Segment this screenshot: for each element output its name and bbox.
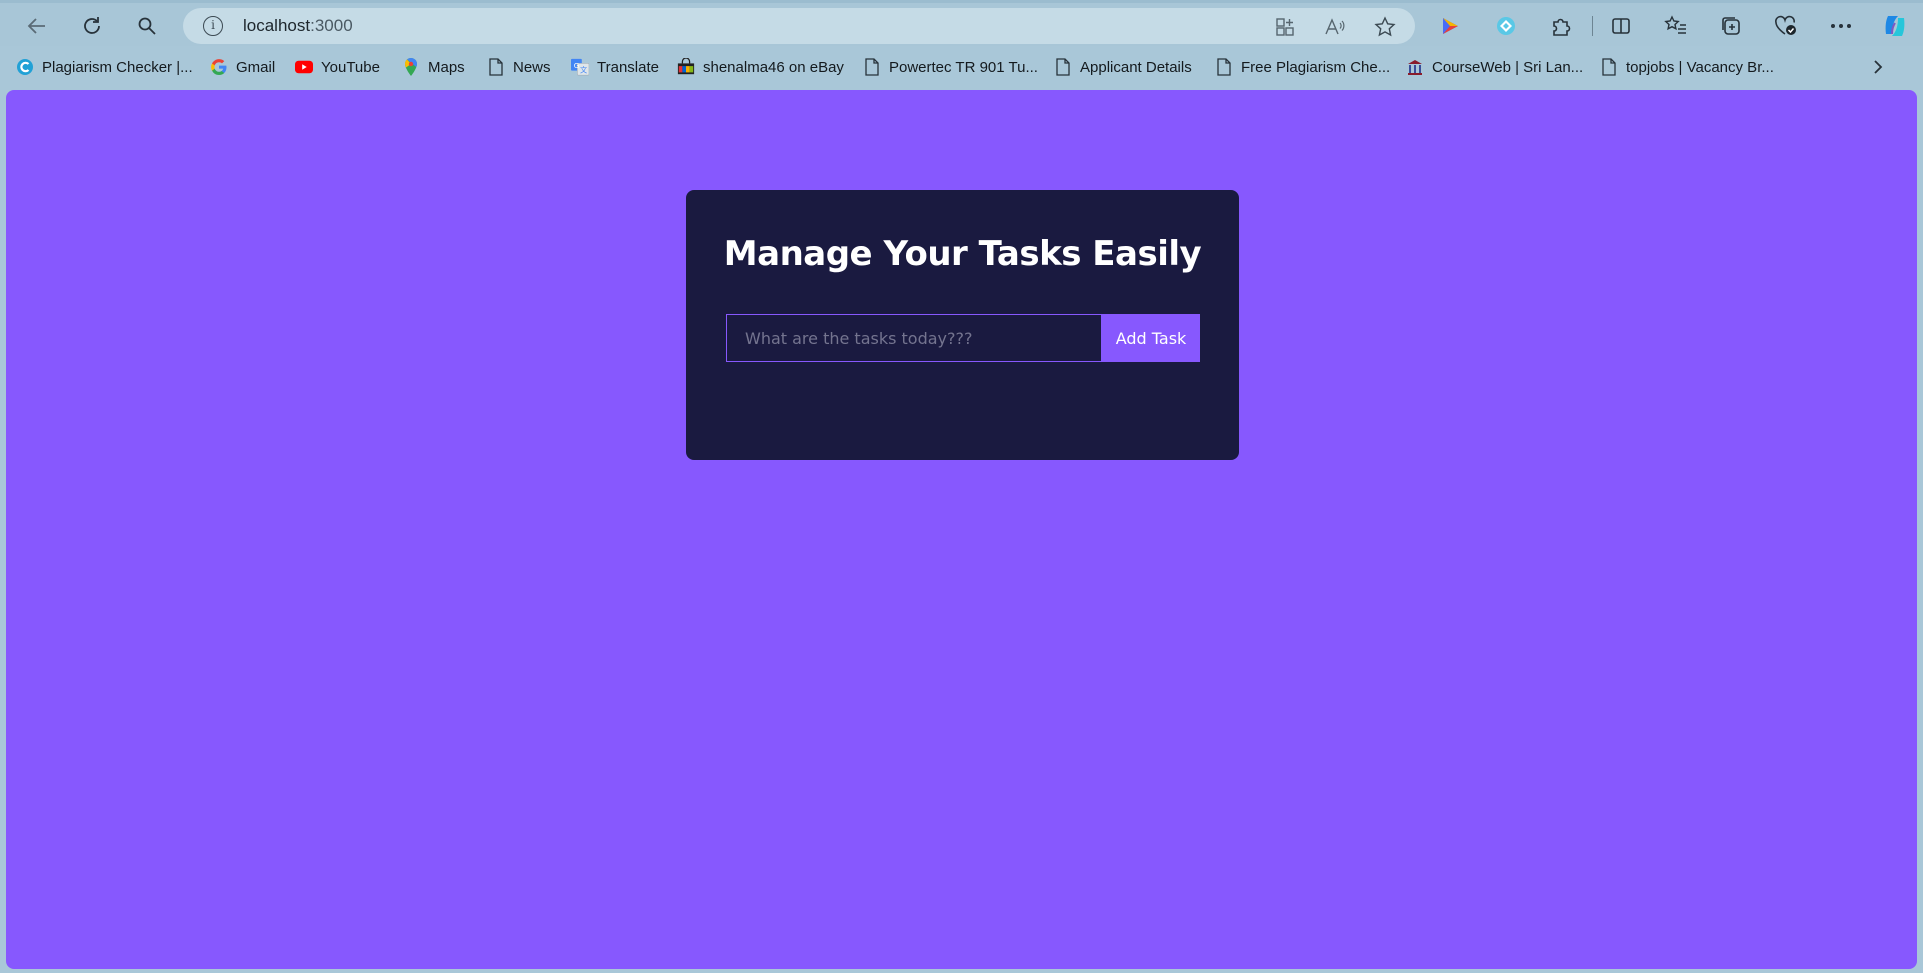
bookmark-youtube[interactable]: YouTube xyxy=(295,55,380,79)
favorites-list-icon[interactable] xyxy=(1661,11,1691,41)
page-icon xyxy=(1600,58,1618,76)
google-icon xyxy=(210,58,228,76)
refresh-button[interactable] xyxy=(75,9,109,43)
bookmark-plagiarism-checker[interactable]: Plagiarism Checker |... xyxy=(16,55,193,79)
read-aloud-icon[interactable] xyxy=(1323,15,1347,39)
page-icon xyxy=(863,58,881,76)
c-logo-icon xyxy=(16,58,34,76)
back-arrow-icon xyxy=(27,18,45,34)
browser-toolbar: i localhost:3000 xyxy=(0,0,1923,46)
bookmark-topjobs[interactable]: topjobs | Vacancy Br... xyxy=(1600,55,1774,79)
heart-check-icon[interactable] xyxy=(1771,11,1801,41)
translate-icon: G文 xyxy=(571,58,589,76)
bookmark-translate[interactable]: G文 Translate xyxy=(571,55,659,79)
app-install-icon[interactable] xyxy=(1273,15,1297,39)
bookmark-applicant-details[interactable]: Applicant Details xyxy=(1054,55,1192,79)
bookmark-free-plagiarism[interactable]: Free Plagiarism Che... xyxy=(1215,55,1390,79)
split-screen-icon[interactable] xyxy=(1606,11,1636,41)
collections-icon[interactable] xyxy=(1716,11,1746,41)
address-bar[interactable]: i localhost:3000 xyxy=(183,8,1415,44)
refresh-icon xyxy=(84,17,100,34)
todo-card: Manage Your Tasks Easily Add Task xyxy=(686,190,1239,460)
bookmark-courseweb[interactable]: CourseWeb | Sri Lan... xyxy=(1406,55,1583,79)
task-input[interactable] xyxy=(726,314,1102,362)
svg-text:文: 文 xyxy=(580,65,587,74)
page-icon xyxy=(1215,58,1233,76)
diamond-extension-icon[interactable] xyxy=(1491,11,1521,41)
more-dots-icon[interactable] xyxy=(1826,11,1856,41)
youtube-icon xyxy=(295,58,313,76)
search-button[interactable] xyxy=(130,9,164,43)
toolbar-separator xyxy=(1592,16,1593,36)
ebay-bag-icon xyxy=(677,58,695,76)
address-url[interactable]: localhost:3000 xyxy=(243,16,353,36)
bookmark-powertec[interactable]: Powertec TR 901 Tu... xyxy=(863,55,1038,79)
bookmark-ebay[interactable]: shenalma46 on eBay xyxy=(677,55,844,79)
copilot-icon[interactable] xyxy=(1880,11,1910,41)
bookmark-maps[interactable]: Maps xyxy=(402,55,465,79)
puzzle-icon[interactable] xyxy=(1546,11,1576,41)
play-icon[interactable] xyxy=(1435,11,1465,41)
back-button[interactable] xyxy=(20,9,54,43)
bookmark-news[interactable]: News xyxy=(487,55,551,79)
page-title: Manage Your Tasks Easily xyxy=(723,234,1202,274)
svg-text:G: G xyxy=(574,61,580,70)
maps-pin-icon xyxy=(402,57,420,76)
favorite-star-icon[interactable] xyxy=(1373,15,1397,39)
add-task-button[interactable]: Add Task xyxy=(1102,314,1200,362)
search-icon xyxy=(138,17,156,35)
page-icon xyxy=(1054,58,1072,76)
page-viewport: Manage Your Tasks Easily Add Task xyxy=(6,90,1917,969)
bookmark-gmail[interactable]: Gmail xyxy=(210,55,275,79)
page-icon xyxy=(487,58,505,76)
courseweb-icon xyxy=(1406,58,1424,76)
bookmarks-bar: Plagiarism Checker |... Gmail YouTube Ma… xyxy=(0,50,1923,84)
info-icon[interactable]: i xyxy=(203,16,223,36)
chevron-right-icon[interactable] xyxy=(1866,55,1890,79)
